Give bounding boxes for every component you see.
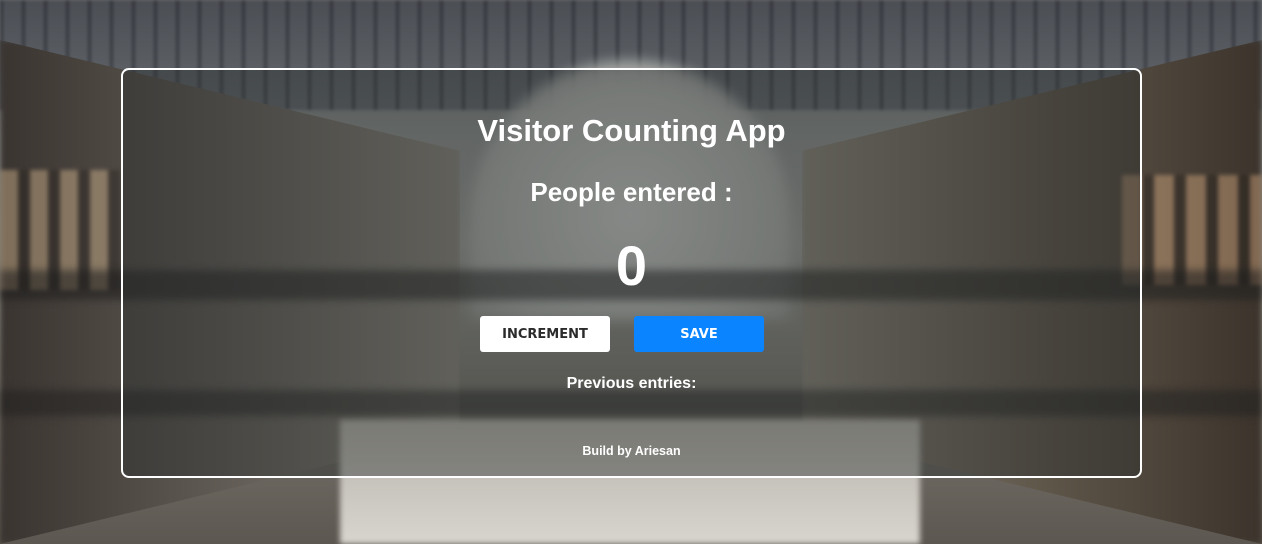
footer-credit: Build by Ariesan (582, 444, 681, 458)
visitor-count: 0 (615, 234, 648, 297)
previous-entries-heading: Previous entries: (566, 375, 697, 392)
counter-card: Visitor Counting App People entered : 0 … (121, 68, 1142, 478)
background-shops-right (1122, 175, 1262, 285)
people-entered-label: People entered : (530, 177, 733, 207)
app-title: Visitor Counting App (477, 113, 786, 148)
increment-button[interactable]: INCREMENT (480, 316, 610, 352)
save-button[interactable]: SAVE (634, 316, 764, 352)
